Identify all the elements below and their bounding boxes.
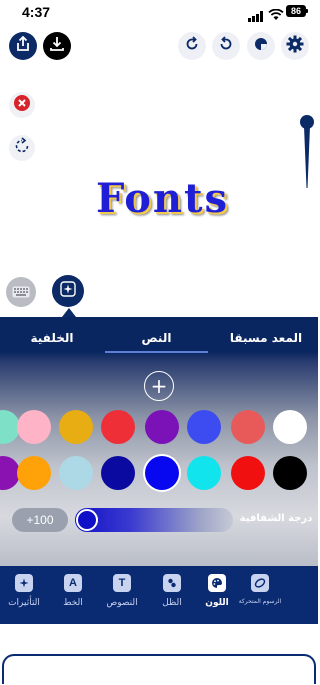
nav-item-animation[interactable]: الرسوم المتحركة xyxy=(236,574,284,605)
plus-icon: + xyxy=(150,374,168,398)
nav-item-font[interactable]: A الخط xyxy=(49,574,97,608)
animation-icon xyxy=(251,574,269,592)
color-swatch[interactable] xyxy=(231,456,265,490)
nav-label-shadow: الظل xyxy=(162,598,182,608)
editor-panel: المعد مسبقا النص الخلفية + +100 درجة الش… xyxy=(0,317,318,567)
opacity-value: +100 xyxy=(12,508,68,532)
redo-icon xyxy=(184,36,200,56)
canvas-text[interactable]: Fonts xyxy=(96,175,236,222)
size-slider[interactable] xyxy=(300,110,314,194)
rotate-button[interactable] xyxy=(9,135,35,161)
tab-underline xyxy=(105,351,208,353)
download-button[interactable] xyxy=(43,32,71,60)
share-button[interactable] xyxy=(9,32,37,60)
nav-label-texts: النصوص xyxy=(106,598,138,608)
tab-presets[interactable]: المعد مسبقا xyxy=(214,331,318,345)
keyboard-button[interactable] xyxy=(6,277,36,307)
magic-button[interactable] xyxy=(52,275,84,307)
opacity-label: درجة الشفافية xyxy=(239,513,313,524)
shadow-icon xyxy=(163,574,181,592)
nav-item-texts[interactable]: T النصوص xyxy=(98,574,146,608)
magic-caret xyxy=(62,308,76,317)
redo-button[interactable] xyxy=(178,32,206,60)
effects-icon xyxy=(15,574,33,592)
status-time: 4:37 xyxy=(22,4,51,20)
color-swatch[interactable] xyxy=(273,456,307,490)
rotate-icon xyxy=(13,137,31,159)
tab-background[interactable]: الخلفية xyxy=(0,331,104,345)
add-color-button[interactable]: + xyxy=(144,371,174,401)
color-swatch[interactable] xyxy=(145,410,179,444)
font-icon: A xyxy=(64,574,82,592)
palette-icon xyxy=(208,574,226,592)
opacity-slider-thumb[interactable] xyxy=(76,509,98,531)
nav-label-color: اللون xyxy=(205,598,229,608)
color-swatch[interactable] xyxy=(17,456,51,490)
nav-label-font: الخط xyxy=(63,598,83,608)
color-swatch[interactable] xyxy=(187,456,221,490)
share-icon xyxy=(15,35,31,56)
status-bar: 4:37 86 xyxy=(0,0,318,26)
delete-button[interactable] xyxy=(9,92,35,118)
color-swatch[interactable] xyxy=(273,410,307,444)
undo-icon xyxy=(218,36,234,56)
opacity-slider[interactable] xyxy=(75,508,233,532)
text-icon: T xyxy=(113,574,131,592)
wifi-icon xyxy=(268,6,284,25)
nav-item-color[interactable]: اللون xyxy=(193,574,241,608)
color-swatch[interactable] xyxy=(17,410,51,444)
nav-label-effects: التأثيرات xyxy=(8,598,40,608)
nav-item-shadow[interactable]: الظل xyxy=(148,574,196,608)
bottom-nav: الرسوم المتحركة اللون الظل T النصوص A ال… xyxy=(0,566,318,624)
download-icon xyxy=(49,36,65,56)
battery-tip xyxy=(306,9,308,13)
battery-icon: 86 xyxy=(286,5,306,17)
close-icon xyxy=(13,94,31,116)
sparkle-icon xyxy=(60,281,76,301)
signal-icon xyxy=(248,7,264,26)
home-frame xyxy=(2,654,316,684)
tab-text[interactable]: النص xyxy=(105,331,208,345)
color-swatch[interactable] xyxy=(145,456,179,490)
settings-button[interactable] xyxy=(281,32,309,60)
nav-item-effects[interactable]: التأثيرات xyxy=(0,574,48,608)
shape-icon xyxy=(253,36,269,56)
undo-button[interactable] xyxy=(212,32,240,60)
color-swatch[interactable] xyxy=(101,410,135,444)
panel-tabs: المعد مسبقا النص الخلفية xyxy=(0,317,318,361)
gear-icon xyxy=(286,35,304,57)
keyboard-icon xyxy=(12,283,30,302)
color-swatch[interactable] xyxy=(231,410,265,444)
color-swatch[interactable] xyxy=(101,456,135,490)
shape-button[interactable] xyxy=(247,32,275,60)
nav-label-animation: الرسوم المتحركة xyxy=(238,598,282,605)
color-swatch[interactable] xyxy=(187,410,221,444)
color-swatch[interactable] xyxy=(59,410,93,444)
color-swatch[interactable] xyxy=(59,456,93,490)
